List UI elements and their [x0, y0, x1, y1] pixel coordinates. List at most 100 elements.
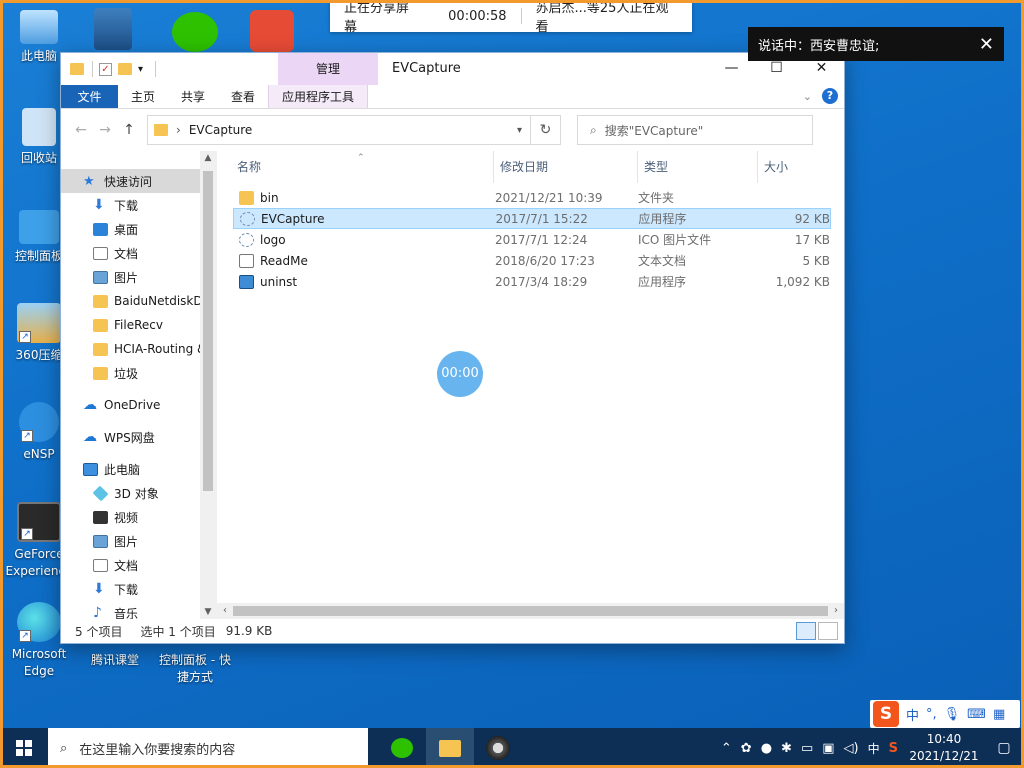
table-row[interactable]: ReadMe 2018/6/20 17:23 文本文档 5 KB — [233, 250, 831, 271]
desktop-icon-control-panel-shortcut[interactable]: 控制面板 - 快捷方式 — [154, 652, 236, 686]
clock[interactable]: 10:40 2021/12/21 — [907, 731, 981, 765]
scroll-up-icon[interactable]: ▲ — [200, 153, 216, 163]
breadcrumb-chevron-icon[interactable]: › — [176, 123, 181, 137]
nav-item-videos[interactable]: 视频 — [61, 505, 216, 529]
nav-item-wps-cloud[interactable]: ☁ WPS网盘 — [61, 425, 216, 449]
tab-home[interactable]: 主页 — [118, 85, 168, 108]
column-name[interactable]: 名称 — [217, 151, 494, 183]
bluetooth-icon[interactable]: ✱ — [781, 741, 792, 756]
title-bar[interactable]: ✓ ▾ 管理 EVCapture — ☐ ✕ — [61, 53, 844, 85]
recording-timer[interactable]: 00:00 — [437, 351, 483, 397]
microphone-icon[interactable]: 🎙 — [944, 707, 961, 722]
desktop-icon-tencent-class[interactable]: 腾讯课堂 — [76, 652, 154, 669]
chevron-down-icon[interactable]: ▾ — [517, 125, 522, 136]
nav-item-hcia[interactable]: HCIA-Routing & — [61, 337, 216, 361]
taskbar-app-evcapture[interactable] — [474, 728, 522, 768]
column-type[interactable]: 类型 — [638, 151, 758, 183]
nav-label: 此电脑 — [104, 462, 141, 477]
taskbar-app-explorer[interactable] — [426, 728, 474, 768]
file-list: ⌃ 名称 修改日期 类型 大小 bin 2021/12/21 10:39 文件夹… — [217, 151, 844, 619]
large-icons-view-icon[interactable] — [818, 622, 838, 640]
qq-icon[interactable]: ● — [761, 741, 772, 756]
table-row[interactable]: bin 2021/12/21 10:39 文件夹 — [233, 187, 831, 208]
horizontal-scrollbar[interactable]: ‹ › — [217, 603, 844, 619]
tab-manage[interactable]: 管理 — [278, 53, 378, 85]
scroll-down-icon[interactable]: ▼ — [200, 607, 216, 617]
scroll-right-icon[interactable]: › — [828, 603, 844, 619]
new-folder-icon[interactable] — [118, 63, 132, 75]
volume-icon[interactable]: ◁) — [844, 741, 859, 756]
nav-item-documents[interactable]: 文档📌 — [61, 241, 216, 265]
taskbar-search-input[interactable]: ⌕ 在这里输入你要搜索的内容 — [48, 728, 368, 768]
chevron-down-icon[interactable]: ⌄ — [803, 90, 812, 103]
nav-item-pictures[interactable]: 图片📌 — [61, 265, 216, 289]
view-toggle — [796, 622, 838, 640]
nav-item-quick-access[interactable]: ★ 快速访问 — [61, 169, 216, 193]
network-icon[interactable]: ▣ — [822, 741, 834, 756]
sogou-tray-icon[interactable]: S — [889, 741, 898, 756]
search-input[interactable]: ⌕ 搜索"EVCapture" — [577, 115, 813, 145]
tab-share[interactable]: 共享 — [168, 85, 218, 108]
forward-arrow-icon[interactable]: → — [93, 122, 117, 138]
properties-icon[interactable]: ✓ — [99, 62, 112, 76]
flower-app-icon[interactable]: ✿ — [741, 741, 752, 756]
nav-label: 音乐 — [114, 606, 139, 620]
ime-language[interactable]: 中 — [906, 705, 919, 724]
back-arrow-icon[interactable]: ← — [69, 122, 93, 138]
help-icon[interactable]: ? — [822, 88, 838, 104]
notification-icon[interactable]: ▢ — [990, 728, 1018, 768]
table-row-selected[interactable]: EVCapture 2017/7/1 15:22 应用程序 92 KB — [233, 208, 831, 229]
tab-application-tools[interactable]: 应用程序工具 — [268, 85, 369, 108]
column-size[interactable]: 大小 — [758, 151, 834, 183]
nav-item-trash-folder[interactable]: 垃圾 — [61, 361, 216, 385]
ensp-icon: ↗ — [19, 402, 59, 442]
share-viewers[interactable]: 苏启杰...等25人正在观看 — [522, 0, 692, 35]
nav-item-music[interactable]: ♪ 音乐 — [61, 601, 216, 620]
refresh-button[interactable]: ↻ — [531, 115, 561, 145]
table-row[interactable]: uninst 2017/3/4 18:29 应用程序 1,092 KB — [233, 271, 831, 292]
nav-item-filerecv[interactable]: FileRecv — [61, 313, 216, 337]
nav-item-pictures-pc[interactable]: 图片 — [61, 529, 216, 553]
details-view-icon[interactable] — [796, 622, 816, 640]
selected-size: 91.9 KB — [225, 624, 273, 638]
nav-item-this-pc[interactable]: 此电脑 — [61, 457, 216, 481]
nav-item-documents-pc[interactable]: 文档 — [61, 553, 216, 577]
address-bar[interactable]: › EVCapture ▾ — [147, 115, 531, 145]
ime-punctuation[interactable]: °, — [926, 707, 937, 722]
virtualbox-icon[interactable] — [94, 8, 132, 50]
search-icon: ⌕ — [60, 740, 68, 756]
document-icon — [93, 558, 108, 572]
nav-item-onedrive[interactable]: ☁ OneDrive — [61, 393, 216, 417]
nav-item-downloads-pc[interactable]: ⬇ 下载 — [61, 577, 216, 601]
scrollbar-thumb[interactable] — [233, 606, 828, 616]
breadcrumb[interactable]: EVCapture — [189, 123, 253, 137]
scroll-left-icon[interactable]: ‹ — [217, 603, 233, 619]
nav-item-3d-objects[interactable]: 3D 对象 — [61, 481, 216, 505]
tab-view[interactable]: 查看 — [218, 85, 268, 108]
file-size: 1,092 KB — [775, 274, 830, 289]
tab-file[interactable]: 文件 — [61, 85, 118, 108]
wechat-icon[interactable] — [172, 12, 218, 52]
chat-icon[interactable]: ▭ — [801, 741, 813, 756]
start-button[interactable] — [0, 728, 48, 768]
divider — [155, 61, 157, 77]
taskbar-app-wechat[interactable] — [378, 728, 426, 768]
nav-scrollbar[interactable]: ▲ ▼ — [200, 151, 216, 619]
sogou-logo-icon[interactable]: S — [873, 701, 899, 727]
nav-item-baidunetdisk[interactable]: BaiduNetdiskD — [61, 289, 216, 313]
column-date[interactable]: 修改日期 — [494, 151, 638, 183]
nav-label: HCIA-Routing & — [114, 342, 207, 356]
nav-item-desktop[interactable]: 桌面📌 — [61, 217, 216, 241]
up-arrow-icon[interactable]: ↑ — [117, 122, 141, 138]
wps-icon[interactable] — [250, 10, 294, 52]
chevron-up-icon[interactable]: ⌃ — [721, 741, 732, 756]
close-icon[interactable]: ✕ — [979, 34, 994, 55]
folder-icon — [239, 190, 254, 205]
skin-icon[interactable]: ▦ — [993, 707, 1005, 722]
customize-qa-icon[interactable]: ▾ — [138, 64, 143, 75]
ime-indicator[interactable]: 中 — [868, 740, 880, 757]
scrollbar-thumb[interactable] — [203, 171, 213, 491]
nav-item-downloads[interactable]: ⬇下载📌 — [61, 193, 216, 217]
table-row[interactable]: logo 2017/7/1 12:24 ICO 图片文件 17 KB — [233, 229, 831, 250]
keyboard-icon[interactable]: ⌨ — [967, 707, 986, 722]
